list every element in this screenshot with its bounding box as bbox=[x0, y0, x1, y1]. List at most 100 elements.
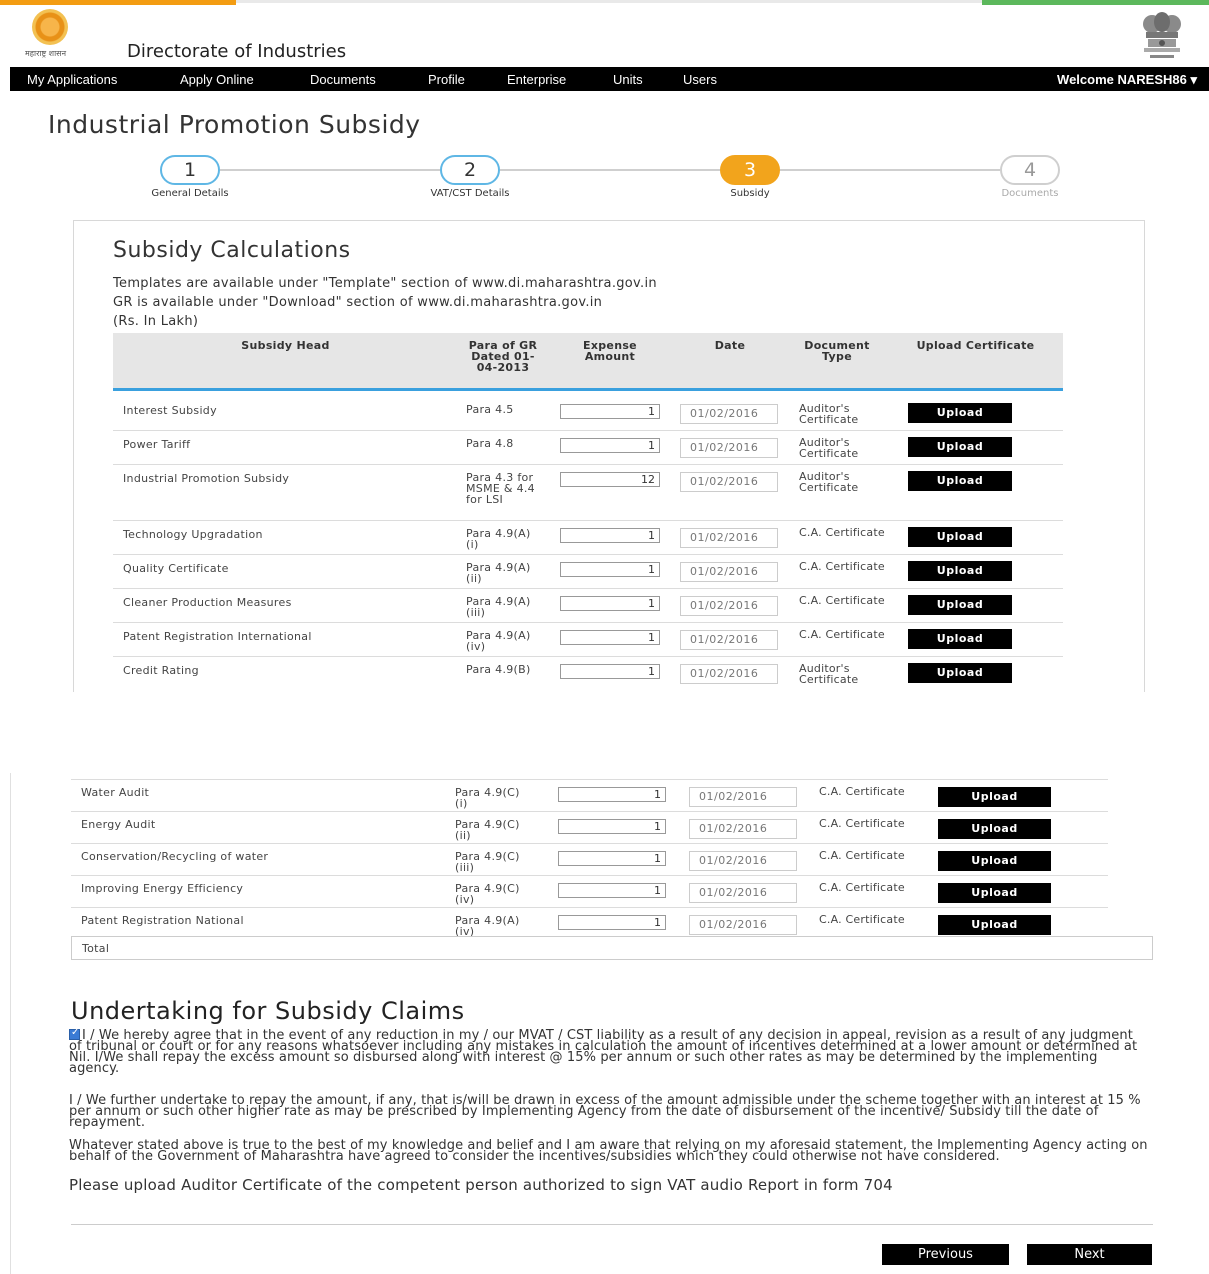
nav-users[interactable]: Users bbox=[683, 72, 717, 87]
date-input[interactable]: 01/02/2016 bbox=[680, 596, 778, 616]
para-ref: Para 4.9(A)(iv) bbox=[466, 629, 531, 653]
date-input[interactable]: 01/02/2016 bbox=[680, 664, 778, 684]
subsidy-head: Industrial Promotion Subsidy bbox=[123, 472, 290, 485]
table-row: Improving Energy Efficiency Para 4.9(C)(… bbox=[71, 876, 1108, 908]
divider bbox=[71, 1224, 1153, 1225]
step-2-label: VAT/CST Details bbox=[430, 188, 510, 199]
table-row: Conservation/Recycling of water Para 4.9… bbox=[71, 844, 1108, 876]
expense-amount-input[interactable]: 1 bbox=[560, 438, 660, 453]
nav-my-applications[interactable]: My Applications bbox=[27, 72, 117, 87]
col-amount: Expense Amount bbox=[583, 339, 637, 363]
document-type: C.A. Certificate bbox=[819, 817, 905, 830]
expense-amount-input[interactable]: 1 bbox=[560, 596, 660, 611]
para-ref: Para 4.8 bbox=[466, 437, 514, 450]
next-button[interactable]: Next bbox=[1027, 1244, 1152, 1265]
document-type: Auditor's Certificate bbox=[799, 662, 859, 686]
date-input[interactable]: 01/02/2016 bbox=[689, 883, 797, 903]
date-input[interactable]: 01/02/2016 bbox=[680, 562, 778, 582]
document-type: C.A. Certificate bbox=[799, 526, 885, 539]
main-navbar: My Applications Apply Online Documents P… bbox=[10, 67, 1209, 91]
upload-button[interactable]: Upload bbox=[908, 629, 1012, 649]
para-ref: Para 4.9(C)(ii) bbox=[455, 818, 520, 842]
para-ref: Para 4.9(A)(ii) bbox=[466, 561, 531, 585]
subsidy-head: Patent Registration International bbox=[123, 630, 312, 643]
subsidy-head: Water Audit bbox=[81, 786, 150, 799]
document-type: Auditor's Certificate bbox=[799, 470, 859, 494]
step-connector bbox=[500, 169, 720, 171]
expense-amount-input[interactable]: 12 bbox=[560, 472, 660, 487]
undertaking-title: Undertaking for Subsidy Claims bbox=[71, 997, 465, 1025]
step-connector bbox=[780, 169, 1000, 171]
expense-amount-input[interactable]: 1 bbox=[558, 915, 666, 930]
upload-button[interactable]: Upload bbox=[938, 883, 1051, 903]
upload-button[interactable]: Upload bbox=[908, 403, 1012, 423]
expense-amount-input[interactable]: 1 bbox=[560, 630, 660, 645]
para-ref: Para 4.9(B) bbox=[466, 663, 531, 676]
table-row: Energy Audit Para 4.9(C)(ii) 1 01/02/201… bbox=[71, 812, 1108, 844]
col-upload: Upload Certificate bbox=[916, 339, 1035, 352]
subsidy-head: Energy Audit bbox=[81, 818, 156, 831]
subsidy-head: Patent Registration National bbox=[81, 914, 244, 927]
expense-amount-input[interactable]: 1 bbox=[560, 528, 660, 543]
expense-amount-input[interactable]: 1 bbox=[558, 819, 666, 834]
upload-button[interactable]: Upload bbox=[938, 915, 1051, 935]
table-row: Power Tariff Para 4.8 1 01/02/2016 Audit… bbox=[113, 431, 1063, 465]
para-ref: Para 4.3 for MSME & 4.4 for LSI bbox=[466, 471, 535, 506]
undertaking-para-3: Whatever stated above is true to the bes… bbox=[69, 1138, 1148, 1164]
upload-button[interactable]: Upload bbox=[938, 851, 1051, 871]
step-1-label: General Details bbox=[151, 188, 229, 199]
date-input[interactable]: 01/02/2016 bbox=[680, 472, 778, 492]
maharashtra-logo-icon[interactable] bbox=[32, 9, 68, 45]
upload-button[interactable]: Upload bbox=[938, 819, 1051, 839]
upload-button[interactable]: Upload bbox=[908, 663, 1012, 683]
upload-button[interactable]: Upload bbox=[938, 787, 1051, 807]
step-2[interactable]: 2 bbox=[440, 155, 500, 185]
upload-instruction: Please upload Auditor Certificate of the… bbox=[69, 1176, 893, 1194]
nav-apply-online[interactable]: Apply Online bbox=[180, 72, 254, 87]
nav-units[interactable]: Units bbox=[613, 72, 643, 87]
upload-button[interactable]: Upload bbox=[908, 595, 1012, 615]
expense-amount-input[interactable]: 1 bbox=[560, 562, 660, 577]
table-row: Industrial Promotion Subsidy Para 4.3 fo… bbox=[113, 465, 1063, 521]
date-input[interactable]: 01/02/2016 bbox=[689, 787, 797, 807]
date-input[interactable]: 01/02/2016 bbox=[689, 915, 797, 935]
upload-button[interactable]: Upload bbox=[908, 561, 1012, 581]
step-1[interactable]: 1 bbox=[160, 155, 220, 185]
expense-amount-input[interactable]: 1 bbox=[558, 787, 666, 802]
expense-amount-input[interactable]: 1 bbox=[560, 664, 660, 679]
date-input[interactable]: 01/02/2016 bbox=[689, 851, 797, 871]
total-label: Total bbox=[82, 942, 110, 955]
accent-bar-green bbox=[982, 0, 1209, 5]
date-input[interactable]: 01/02/2016 bbox=[680, 630, 778, 650]
upload-button[interactable]: Upload bbox=[908, 527, 1012, 547]
expense-amount-input[interactable]: 1 bbox=[558, 851, 666, 866]
page-title: Industrial Promotion Subsidy bbox=[48, 110, 421, 139]
date-input[interactable]: 01/02/2016 bbox=[680, 528, 778, 548]
template-info: Templates are available under "Template"… bbox=[113, 276, 657, 291]
site-title[interactable]: Directorate of Industries bbox=[127, 41, 346, 62]
upload-button[interactable]: Upload bbox=[908, 471, 1012, 491]
document-type: C.A. Certificate bbox=[799, 560, 885, 573]
nav-documents[interactable]: Documents bbox=[310, 72, 376, 87]
expense-amount-input[interactable]: 1 bbox=[560, 404, 660, 419]
unit-info: (Rs. In Lakh) bbox=[113, 314, 199, 329]
expense-amount-input[interactable]: 1 bbox=[558, 883, 666, 898]
step-3[interactable]: 3 bbox=[720, 155, 780, 185]
col-doc-type: Document Type bbox=[804, 339, 870, 363]
step-connector bbox=[220, 169, 440, 171]
top-screen: महाराष्ट्र शासन Directorate of Industrie… bbox=[0, 0, 1209, 692]
para-ref: Para 4.9(A)(iv) bbox=[455, 914, 520, 938]
subsidy-head: Improving Energy Efficiency bbox=[81, 882, 244, 895]
document-type: C.A. Certificate bbox=[819, 785, 905, 798]
subsidy-head: Cleaner Production Measures bbox=[123, 596, 292, 609]
previous-button[interactable]: Previous bbox=[882, 1244, 1009, 1265]
user-menu-dropdown[interactable]: Welcome NARESH86 ▾ bbox=[1057, 72, 1197, 88]
nav-profile[interactable]: Profile bbox=[428, 72, 465, 87]
date-input[interactable]: 01/02/2016 bbox=[689, 819, 797, 839]
date-input[interactable]: 01/02/2016 bbox=[680, 404, 778, 424]
upload-button[interactable]: Upload bbox=[908, 437, 1012, 457]
subsidy-head: Technology Upgradation bbox=[123, 528, 263, 541]
nav-enterprise[interactable]: Enterprise bbox=[507, 72, 566, 87]
date-input[interactable]: 01/02/2016 bbox=[680, 438, 778, 458]
agree-checkbox[interactable] bbox=[69, 1027, 80, 1040]
